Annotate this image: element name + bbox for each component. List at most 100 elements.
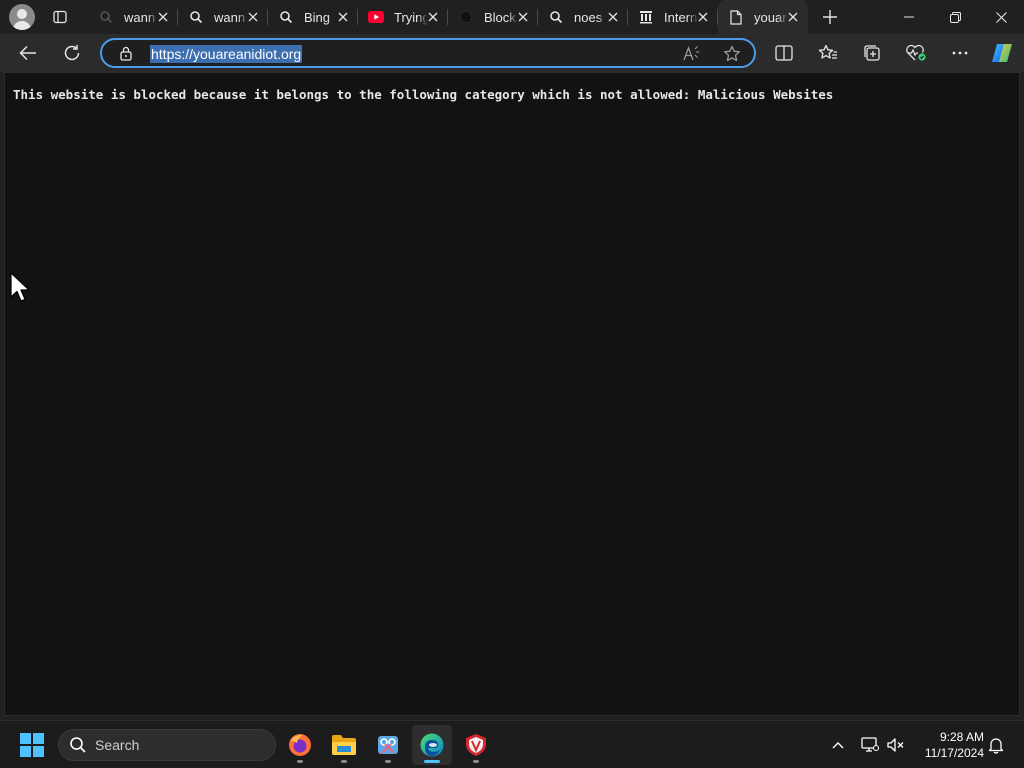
screen: wann wann Bing Trying Block noes Intern … bbox=[0, 0, 1024, 768]
tab[interactable]: noes bbox=[538, 0, 628, 34]
favorites-icon bbox=[818, 44, 837, 59]
close-icon[interactable] bbox=[426, 10, 440, 24]
add-favorite-icon[interactable] bbox=[722, 44, 742, 64]
tab-active[interactable]: youar bbox=[718, 0, 808, 34]
search-icon bbox=[70, 737, 86, 753]
close-icon[interactable] bbox=[786, 10, 800, 24]
app-shield-taskbar-button[interactable] bbox=[456, 725, 496, 765]
new-tab-button[interactable] bbox=[818, 5, 842, 29]
mouse-cursor-icon bbox=[10, 272, 30, 302]
search-icon bbox=[188, 9, 204, 25]
network-tray-button[interactable] bbox=[860, 735, 880, 755]
youtube-icon bbox=[368, 9, 384, 25]
notifications-button[interactable] bbox=[986, 735, 1006, 755]
search-icon bbox=[98, 9, 114, 25]
close-icon[interactable] bbox=[246, 10, 260, 24]
search-label: Search bbox=[95, 737, 140, 753]
restore-button[interactable] bbox=[932, 0, 978, 34]
clock[interactable]: 9:28 AM 11/17/2024 bbox=[912, 729, 984, 761]
split-screen-button[interactable] bbox=[770, 39, 798, 67]
tab[interactable]: Intern bbox=[628, 0, 718, 34]
snipping-tool-icon bbox=[378, 736, 398, 754]
edge-taskbar-button[interactable] bbox=[412, 725, 452, 765]
tab[interactable]: Block bbox=[448, 0, 538, 34]
minimize-button[interactable] bbox=[886, 0, 932, 34]
file-explorer-taskbar-button[interactable] bbox=[324, 725, 364, 765]
url-text[interactable]: https://youareanidiot.org bbox=[150, 45, 303, 63]
back-arrow-icon bbox=[19, 45, 36, 61]
browser-toolbar: https://youareanidiot.org bbox=[0, 34, 1024, 72]
edge-icon bbox=[420, 733, 444, 757]
folder-icon bbox=[332, 735, 356, 755]
tab-actions-button[interactable] bbox=[48, 5, 72, 29]
plus-icon bbox=[823, 10, 837, 24]
tab-actions-icon bbox=[53, 10, 67, 24]
read-aloud-icon[interactable] bbox=[682, 44, 702, 64]
close-icon[interactable] bbox=[606, 10, 620, 24]
heart-pulse-icon bbox=[906, 44, 926, 61]
tab[interactable]: Trying bbox=[358, 0, 448, 34]
close-icon bbox=[995, 11, 1007, 23]
copilot-button[interactable] bbox=[988, 39, 1016, 67]
volume-muted-icon bbox=[887, 738, 904, 752]
blocked-message: This website is blocked because it belon… bbox=[13, 87, 834, 102]
tab[interactable]: wann bbox=[88, 0, 178, 34]
show-hidden-icons-button[interactable] bbox=[828, 735, 848, 755]
tab-title: Block bbox=[484, 9, 516, 25]
collections-button[interactable] bbox=[858, 39, 886, 67]
running-indicator bbox=[473, 760, 479, 763]
close-window-button[interactable] bbox=[978, 0, 1024, 34]
close-icon[interactable] bbox=[156, 10, 170, 24]
address-bar[interactable]: https://youareanidiot.org bbox=[100, 38, 756, 68]
refresh-button[interactable] bbox=[58, 39, 86, 67]
minimize-icon bbox=[904, 16, 914, 18]
windows-start-icon[interactable] bbox=[20, 733, 44, 757]
lock-icon[interactable] bbox=[118, 45, 134, 61]
split-screen-icon bbox=[775, 45, 793, 61]
page-content: This website is blocked because it belon… bbox=[4, 72, 1020, 716]
firefox-taskbar-button[interactable] bbox=[280, 725, 320, 765]
tab-title: youar bbox=[754, 9, 787, 25]
tab-list: wann wann Bing Trying Block noes Intern … bbox=[88, 0, 808, 34]
tab-title: noes bbox=[574, 9, 603, 25]
running-indicator bbox=[424, 760, 440, 763]
shield-app-icon bbox=[466, 734, 486, 756]
bell-icon bbox=[988, 738, 1004, 754]
firefox-icon bbox=[289, 734, 311, 756]
favorites-button[interactable] bbox=[814, 39, 842, 67]
volume-tray-button[interactable] bbox=[886, 735, 906, 755]
tab[interactable]: wann bbox=[178, 0, 268, 34]
refresh-icon bbox=[64, 45, 80, 61]
clock-date: 11/17/2024 bbox=[924, 746, 984, 760]
taskbar-search[interactable]: Search bbox=[58, 729, 276, 761]
close-icon[interactable] bbox=[696, 10, 710, 24]
close-icon[interactable] bbox=[516, 10, 530, 24]
settings-more-button[interactable] bbox=[946, 39, 974, 67]
github-icon bbox=[458, 9, 474, 25]
tab-strip: wann wann Bing Trying Block noes Intern … bbox=[0, 0, 1024, 34]
tab-title: wann bbox=[214, 9, 246, 25]
search-icon bbox=[548, 9, 564, 25]
clock-time: 9:28 AM bbox=[939, 730, 984, 744]
internet-archive-icon bbox=[638, 9, 654, 25]
running-indicator bbox=[297, 760, 303, 763]
tab-title: wann bbox=[124, 9, 156, 25]
more-dots-icon bbox=[952, 51, 968, 55]
profile-avatar[interactable] bbox=[9, 4, 35, 30]
chevron-up-icon bbox=[832, 742, 844, 749]
avatar-body bbox=[13, 21, 31, 30]
collections-icon bbox=[864, 45, 880, 61]
snipping-tool-taskbar-button[interactable] bbox=[368, 725, 408, 765]
back-button[interactable] bbox=[14, 39, 42, 67]
avatar-head bbox=[17, 9, 27, 19]
search-icon bbox=[278, 9, 294, 25]
performance-button[interactable] bbox=[902, 39, 930, 67]
tab-title: Trying bbox=[394, 9, 428, 25]
tab-title: Intern bbox=[664, 9, 698, 25]
taskbar: Search 9:28 AM 11/17/2024 bbox=[0, 720, 1024, 768]
running-indicator bbox=[341, 760, 347, 763]
copilot-icon bbox=[992, 44, 1012, 62]
tab[interactable]: Bing bbox=[268, 0, 358, 34]
running-indicator bbox=[385, 760, 391, 763]
close-icon[interactable] bbox=[336, 10, 350, 24]
